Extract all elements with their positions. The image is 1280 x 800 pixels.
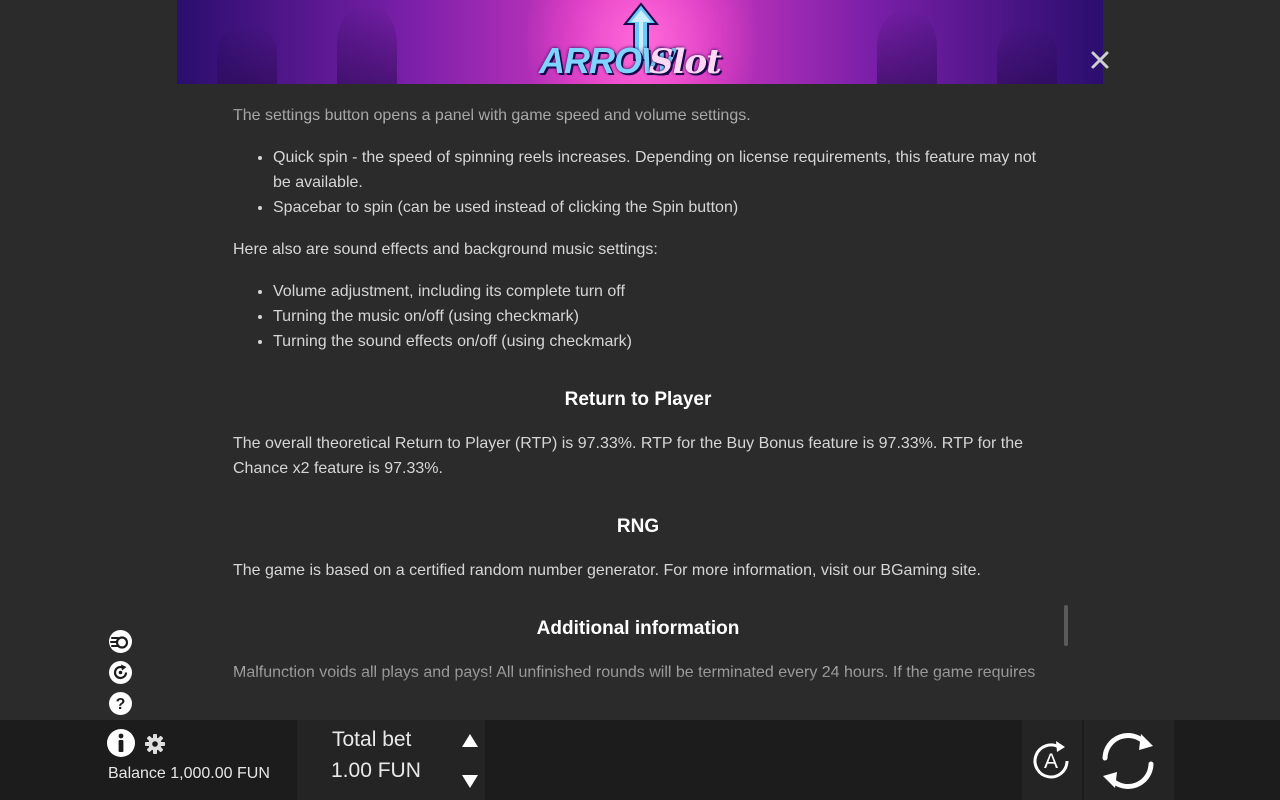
bet-decrease-button[interactable] xyxy=(458,770,482,792)
list-item: Spacebar to spin (can be used instead of… xyxy=(273,195,1043,220)
palm-decoration xyxy=(877,9,937,84)
replay-button[interactable] xyxy=(108,660,133,685)
list-item: Quick spin - the speed of spinning reels… xyxy=(273,145,1043,195)
palm-decoration xyxy=(337,4,397,84)
sound-intro: Here also are sound effects and backgrou… xyxy=(233,241,658,258)
info-button[interactable] xyxy=(106,728,136,758)
logo-word-slot: Slot xyxy=(649,42,722,82)
settings-intro: The settings button opens a panel with g… xyxy=(233,107,751,124)
triangle-down-icon xyxy=(462,775,478,788)
scrollbar-thumb[interactable] xyxy=(1064,605,1068,646)
settings-button[interactable] xyxy=(144,733,166,755)
palm-decoration xyxy=(997,24,1057,84)
rng-heading: RNG xyxy=(616,516,660,537)
svg-text:?: ? xyxy=(116,696,126,713)
info-icon xyxy=(107,729,135,757)
replay-icon xyxy=(109,661,132,684)
sound-list: Volume adjustment, including its complet… xyxy=(233,279,1043,354)
palm-decoration xyxy=(217,24,277,84)
svg-text:A: A xyxy=(1044,750,1058,773)
rtp-text: The overall theoretical Return to Player… xyxy=(233,435,1024,477)
bet-increase-button[interactable] xyxy=(458,730,482,752)
spin-icon xyxy=(1102,732,1154,790)
game-banner: ARROW Slot xyxy=(177,0,1103,84)
total-bet-value: 1.00 FUN xyxy=(331,759,421,782)
help-button[interactable]: ? xyxy=(108,691,133,716)
autoplay-button[interactable]: A xyxy=(1027,737,1075,785)
balance-display: Balance 1,000.00 FUN xyxy=(108,765,270,782)
close-button[interactable] xyxy=(1088,48,1112,72)
gear-icon xyxy=(145,734,165,754)
rules-content[interactable]: The settings button opens a panel with g… xyxy=(233,84,1043,720)
list-item: Turning the sound effects on/off (using … xyxy=(273,329,1043,354)
list-item: Volume adjustment, including its complet… xyxy=(273,279,1043,304)
settings-list: Quick spin - the speed of spinning reels… xyxy=(233,145,1043,220)
list-item: Turning the music on/off (using checkmar… xyxy=(273,304,1043,329)
close-icon xyxy=(1091,51,1109,69)
autoplay-icon: A xyxy=(1033,741,1069,779)
rng-text: The game is based on a certified random … xyxy=(233,562,981,579)
quick-spin-button[interactable] xyxy=(108,629,133,654)
rtp-heading: Return to Player xyxy=(564,389,712,410)
total-bet-label: Total bet xyxy=(332,728,412,751)
quick-spin-icon xyxy=(109,630,132,653)
game-logo: ARROW Slot xyxy=(539,2,739,84)
help-icon: ? xyxy=(109,692,132,715)
triangle-up-icon xyxy=(462,734,478,747)
spin-button[interactable] xyxy=(1095,728,1161,794)
additional-heading: Additional information xyxy=(536,618,740,639)
additional-text: Malfunction voids all plays and pays! Al… xyxy=(233,664,1036,681)
